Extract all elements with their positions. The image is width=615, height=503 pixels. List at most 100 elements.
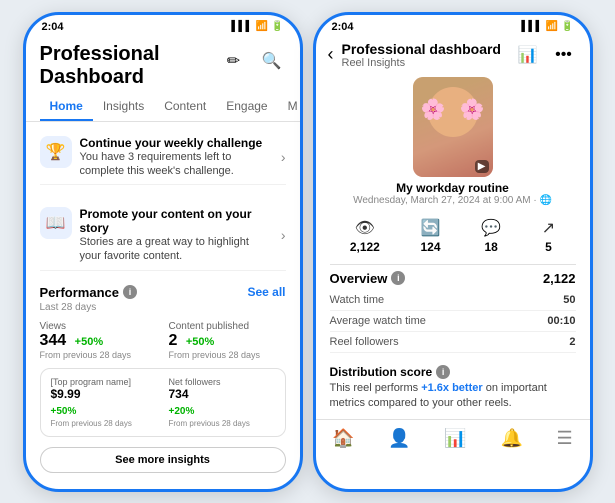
left-time: 2:04 — [42, 21, 64, 33]
avg-watch-label: Average watch time — [330, 315, 426, 327]
promote-icon: 📖 — [40, 207, 72, 239]
right-status-icons: ▌▌▌ 📶 🔋 — [521, 21, 573, 32]
challenge-icon: 🏆 — [40, 136, 72, 168]
followers-value: 734 — [169, 387, 275, 401]
left-status-bar: 2:04 ▌▌▌ 📶 🔋 — [26, 15, 300, 35]
views-icon: 👁 — [355, 218, 375, 238]
edit-icon[interactable]: ✏ — [220, 47, 248, 75]
left-status-icons: ▌▌▌ 📶 🔋 — [231, 21, 283, 32]
dist-description: This reel performs +1.6x better on impor… — [330, 381, 576, 412]
reel-stats-row: 👁 2,122 🔄 124 💬 18 ↗ 5 — [316, 212, 590, 260]
challenge-title: Continue your weekly challenge — [80, 136, 273, 150]
right-status-bar: 2:04 ▌▌▌ 📶 🔋 — [316, 15, 590, 35]
right-nav-menu[interactable]: ☰ — [557, 428, 573, 449]
right-header: ‹ Professional dashboard Reel Insights 📊… — [316, 35, 590, 73]
overview-title-text: Overview — [330, 271, 388, 286]
right-nav-profile[interactable]: 👤 — [388, 428, 410, 449]
promote-card[interactable]: 📖 Promote your content on your story Sto… — [40, 201, 286, 271]
dist-highlight: +1.6x better — [421, 382, 482, 394]
nav-tab-bar: Home Insights Content Engage M — [26, 93, 300, 122]
reel-share-stat: 🔄 124 — [420, 218, 440, 254]
chevron-right-icon: › — [281, 149, 286, 165]
tab-content[interactable]: Content — [154, 93, 216, 121]
reel-followers-value: 2 — [569, 336, 575, 348]
page-title: Professional Dashboard — [40, 43, 220, 89]
for-you-section: ✏ For you — [26, 479, 300, 489]
right-title: Professional dashboard — [342, 41, 506, 57]
promote-title: Promote your content on your story — [80, 207, 273, 235]
reel-arrow-stat: ↗ 5 — [542, 218, 555, 254]
performance-header: Performance i See all — [26, 279, 300, 302]
overview-views-value: 2,122 — [543, 271, 576, 286]
views-metric: Views 344 +50% From previous 28 days — [40, 321, 157, 360]
reel-play-icon: ▶ — [475, 160, 489, 173]
reel-thumbnail: 🌸 🌸 ▶ — [413, 77, 493, 177]
for-you-label: ✏ For you — [40, 485, 112, 489]
header-icon-group: ✏ 🔍 — [220, 47, 286, 75]
right-time: 2:04 — [332, 21, 354, 33]
tab-insights[interactable]: Insights — [93, 93, 154, 121]
views-prev: From previous 28 days — [40, 350, 157, 360]
program-value: $9.99 — [51, 387, 157, 401]
promote-desc: Stories are a great way to highlight you… — [80, 235, 273, 264]
last-days-label: Last 28 days — [26, 302, 300, 317]
arrow-icon: ↗ — [542, 218, 555, 238]
program-metric: [Top program name] $9.99 +50% From previ… — [51, 377, 157, 428]
watch-time-label: Watch time — [330, 294, 385, 306]
right-bottom-nav: 🏠 👤 📊 🔔 ☰ — [316, 419, 590, 457]
tab-engage[interactable]: Engage — [216, 93, 277, 121]
reel-date: Wednesday, March 27, 2024 at 9:00 AM · 🌐 — [353, 195, 552, 206]
watch-time-row: Watch time 50 — [330, 290, 576, 311]
watch-time-value: 50 — [563, 294, 575, 306]
reel-views-stat: 👁 2,122 — [350, 218, 380, 254]
views-label: Views — [40, 321, 157, 332]
views-value: 344 — [40, 332, 67, 349]
comment-icon: 💬 — [481, 218, 501, 238]
performance-title: Performance — [40, 285, 119, 300]
reel-followers-row: Reel followers 2 — [330, 332, 576, 353]
program-change: +50% — [51, 406, 77, 417]
left-phone: 2:04 ▌▌▌ 📶 🔋 Professional Dashboard ✏ 🔍 … — [23, 12, 303, 492]
content-label: Content published — [169, 321, 286, 332]
followers-label: Net followers — [169, 377, 275, 387]
performance-see-all[interactable]: See all — [247, 285, 285, 299]
challenge-card[interactable]: 🏆 Continue your weekly challenge You hav… — [40, 130, 286, 186]
challenge-desc: You have 3 requirements left to complete… — [80, 150, 273, 179]
tab-home[interactable]: Home — [40, 93, 93, 121]
followers-prev: From previous 28 days — [169, 419, 275, 428]
content-value: 2 — [169, 332, 178, 349]
reel-comment-stat: 💬 18 — [481, 218, 501, 254]
right-nav-home[interactable]: 🏠 — [332, 428, 354, 449]
performance-info-icon: i — [123, 285, 137, 299]
distribution-section: Distribution score i This reel performs … — [316, 357, 590, 420]
left-header: Professional Dashboard ✏ 🔍 — [26, 35, 300, 93]
avg-watch-value: 00:10 — [547, 315, 575, 327]
reel-followers-label: Reel followers — [330, 336, 399, 348]
see-insights-button[interactable]: See more insights — [40, 447, 286, 473]
reel-title: My workday routine — [396, 181, 509, 195]
content-metric: Content published 2 +50% From previous 2… — [169, 321, 286, 360]
right-nav-chart[interactable]: 📊 — [444, 428, 466, 449]
right-phone: 2:04 ▌▌▌ 📶 🔋 ‹ Professional dashboard Re… — [313, 12, 593, 492]
sub-metrics-card: [Top program name] $9.99 +50% From previ… — [40, 368, 286, 437]
avg-watch-row: Average watch time 00:10 — [330, 311, 576, 332]
dist-title-text: Distribution score — [330, 365, 433, 379]
tab-more[interactable]: M — [278, 93, 300, 121]
chevron-right-promote-icon: › — [281, 227, 286, 243]
right-chart-icon[interactable]: 📊 — [514, 41, 542, 69]
flower-left-decoration: 🌸 — [421, 97, 446, 122]
content-prev: From previous 28 days — [169, 350, 286, 360]
right-nav-bell[interactable]: 🔔 — [500, 428, 522, 449]
right-more-icon[interactable]: ••• — [550, 41, 578, 69]
search-icon[interactable]: 🔍 — [258, 47, 286, 75]
content-change: +50% — [186, 336, 214, 348]
metrics-row: Views 344 +50% From previous 28 days Con… — [26, 317, 300, 364]
reel-card: 🌸 🌸 ▶ My workday routine Wednesday, Marc… — [316, 73, 590, 210]
flower-right-decoration: 🌸 — [460, 97, 485, 122]
see-insights-label: See more insights — [115, 454, 210, 466]
overview-section: Overview i 2,122 Watch time 50 Average w… — [330, 264, 576, 353]
back-button[interactable]: ‹ — [328, 44, 334, 65]
right-subtitle: Reel Insights — [342, 57, 506, 69]
views-change: +50% — [75, 336, 103, 348]
overview-info-icon: i — [391, 271, 405, 285]
